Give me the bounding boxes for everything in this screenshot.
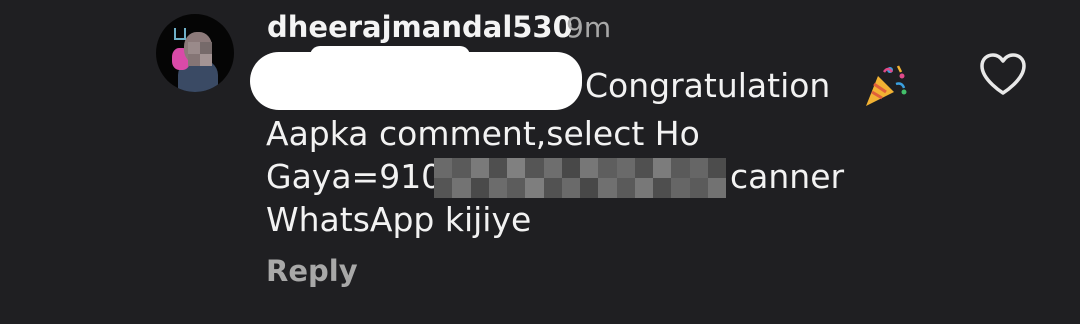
comment-text-line-3-prefix: Gaya=910: [266, 157, 443, 196]
party-popper-icon: [866, 65, 907, 106]
heart-icon[interactable]: [978, 52, 1028, 96]
avatar-pixel: [200, 54, 212, 66]
reply-button[interactable]: Reply: [266, 254, 358, 288]
avatar-pixel: [188, 54, 200, 66]
redaction-mark: [250, 46, 582, 110]
comment-text-line-3-suffix: canner: [730, 157, 845, 196]
avatar-pixel: [200, 42, 212, 54]
comment-username[interactable]: dheerajmandal530: [267, 10, 573, 44]
pixelated-redaction: [434, 158, 726, 198]
comment-text-line-4: WhatsApp kijiye: [266, 200, 532, 239]
comment-timestamp: 9m: [566, 11, 612, 44]
comment-text-line-1: Congratulation: [585, 66, 831, 105]
avatar-pixel: [188, 42, 200, 54]
avatar[interactable]: [156, 14, 234, 92]
avatar-trident-shape: [174, 28, 186, 40]
comment-item: dheerajmandal530 9m Congratulation Aapka…: [0, 0, 1080, 324]
comment-text-line-2: Aapka comment,select Ho: [266, 114, 700, 153]
